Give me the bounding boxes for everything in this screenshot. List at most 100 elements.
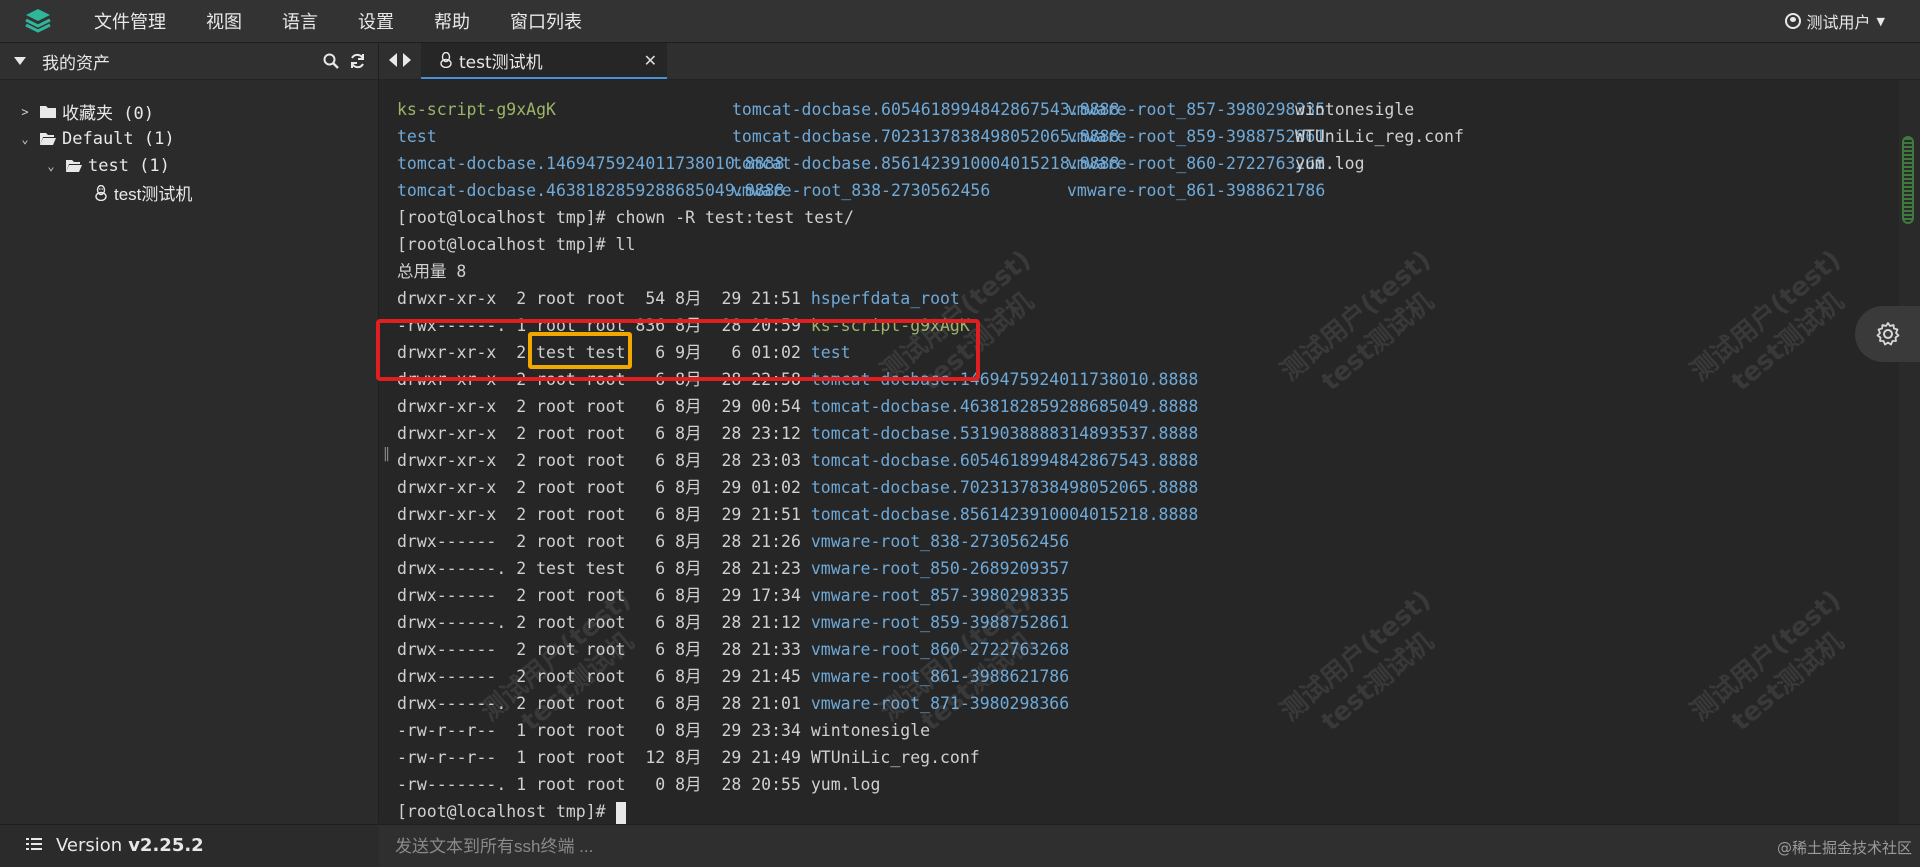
listing-row: drwx------ 2 root root 6 8月 28 21:26 vmw… [397,528,1198,555]
listing-row: -rw-r--r-- 1 root root 0 8月 29 23:34 win… [397,717,1198,744]
listing-row: drwxr-xr-x 2 root root 6 8月 28 23:03 tom… [397,447,1198,474]
file-name: vmware-root_857-3980298335 [810,586,1070,605]
file-meta: drwx------ 2 root root 6 8月 29 17:34 [397,586,811,605]
folder-icon [40,106,56,118]
list-icon[interactable] [26,835,42,856]
menu-view[interactable]: 视图 [206,8,242,34]
listing-row: drwx------ 2 root root 6 8月 29 17:34 vmw… [397,582,1198,609]
menu-bar: 文件管理 视图 语言 设置 帮助 窗口列表 测试用户 ▼ [0,0,1920,43]
ls-entry: WTUniLic_reg.conf [1295,127,1464,146]
terminal-scrollbar[interactable] [1900,80,1920,824]
watermark: 测试用户(test) test测试机 [1685,244,1850,398]
tree-item-test-group[interactable]: ⌄ test (1) [0,152,378,179]
ls-entry: wintonesigle [1295,100,1415,119]
broadcast-input[interactable] [393,831,1397,863]
tree-item-label: test测试机 [114,185,193,204]
linux-penguin-icon [95,184,107,201]
asset-tree: > 收藏夹 (0) ⌄ Default (1) ⌄ test (1) test测… [0,80,378,206]
listing-row: drwx------. 2 root root 6 8月 28 21:01 vm… [397,690,1198,717]
watermark: 测试用户(test) test测试机 [1275,244,1440,398]
tab-nav [389,52,411,71]
ls-row: test tomcat-docbase.7023137838498052065.8… [397,123,1464,150]
listing-row: drwxr-xr-x 2 root root 6 8月 29 21:51 tom… [397,501,1198,528]
listing-row: drwx------. 2 test test 6 8月 28 21:23 vm… [397,555,1198,582]
ls-entry: tomcat-docbase.1469475924011738010.8888 [397,154,785,173]
file-name: yum.log [810,775,881,794]
file-meta: drwx------. 2 root root 6 8月 28 21:12 [397,613,811,632]
menu-window-list[interactable]: 窗口列表 [510,8,582,34]
file-meta: drwx------ 2 root root 6 8月 28 21:26 [397,532,811,551]
menu-file-management[interactable]: 文件管理 [94,8,166,34]
listing-row: drwxr-xr-x 2 root root 6 8月 29 01:02 tom… [397,474,1198,501]
total-line: 总用量 8 [397,262,467,281]
file-meta: drwxr-xr-x 2 root root 54 8月 29 21:51 [397,289,811,308]
sidebar-title: 我的资产 [42,53,110,74]
listing-row: -rw-------. 1 root root 0 8月 28 20:55 yu… [397,771,1198,798]
file-name: vmware-root_861-3988621786 [810,667,1070,686]
listing-row: -rw-r--r-- 1 root root 12 8月 29 21:49 WT… [397,744,1198,771]
terminal[interactable]: ks-script-g9xAgK tomcat-docbase.605461899… [379,80,1899,824]
ls-entry: tomcat-docbase.4638182859288685049.8888 [397,181,785,200]
tab-title: test测试机 [459,52,543,73]
file-meta: drwxr-xr-x 2 root root 6 8月 29 01:02 [397,478,811,497]
user-menu[interactable]: 测试用户 ▼ [1784,0,1885,42]
refresh-icon[interactable] [349,53,366,74]
ls-row: ks-script-g9xAgK tomcat-docbase.605461899… [397,96,1414,123]
search-icon[interactable] [323,53,339,74]
file-meta: drwxr-xr-x 2 root root 6 8月 29 21:51 [397,505,811,524]
tab-next-icon[interactable] [402,52,411,71]
file-name: tomcat-docbase.6054618994842867543.8888 [810,451,1199,470]
ls-row: tomcat-docbase.1469475924011738010.8888 t… [397,150,1365,177]
collapse-arrow-icon[interactable]: ⌄ [42,159,60,173]
file-name: tomcat-docbase.7023137838498052065.8888 [810,478,1199,497]
command-line: [root@localhost tmp]# ll [397,235,636,254]
file-name: tomcat-docbase.5319038888314893537.8888 [810,424,1199,443]
tree-item-default[interactable]: ⌄ Default (1) [0,125,378,152]
collapse-caret-icon[interactable] [14,57,26,65]
ls-row: tomcat-docbase.4638182859288685049.8888 v… [397,177,1325,204]
ls-entry: ks-script-g9xAgK [397,100,556,119]
ls-entry: vmware-root_861-3988621786 [1067,181,1326,200]
file-name: vmware-root_838-2730562456 [810,532,1070,551]
terminal-cursor [615,801,626,824]
menu-help[interactable]: 帮助 [434,8,470,34]
file-meta: drwxr-xr-x 2 root root 6 8月 28 23:03 [397,451,811,470]
listing-row: drwx------ 2 root root 6 8月 28 21:33 vmw… [397,636,1198,663]
ls-entry: vmware-root_859-3988752861 [1067,127,1326,146]
tab-prev-icon[interactable] [389,52,398,71]
tree-item-label: test (1) [88,155,170,176]
file-meta: -rw-r--r-- 1 root root 12 8月 29 21:49 [397,748,811,767]
highlight-red-box [376,319,980,381]
tab-test-host[interactable]: test测试机 ✕ [421,43,667,79]
file-name: vmware-root_871-3980298366 [810,694,1070,713]
panel-splitter-handle[interactable]: ‖ [383,446,390,462]
tree-item-test-host[interactable]: test测试机 [0,179,378,206]
ls-entry: yum.log [1295,154,1365,173]
collapse-arrow-icon[interactable]: ⌄ [16,132,34,146]
user-name: 测试用户 [1806,13,1871,32]
app-logo-icon[interactable] [18,1,58,41]
terminal-settings-button[interactable] [1855,306,1920,362]
scrollbar-thumb[interactable] [1902,136,1914,224]
expand-arrow-icon[interactable]: > [16,105,34,119]
file-name: tomcat-docbase.8561423910004015218.8888 [810,505,1199,524]
sidebar-header[interactable]: 我的资产 [0,43,378,80]
file-name: hsperfdata_root [810,289,960,308]
file-meta: -rw-------. 1 root root 0 8月 28 20:55 [397,775,811,794]
ls-entry: tomcat-docbase.6054618994842867543.8888 [732,100,1120,119]
tree-item-favorites[interactable]: > 收藏夹 (0) [0,98,378,125]
listing-row: drwxr-xr-x 2 root root 54 8月 29 21:51 hs… [397,285,1198,312]
file-name: wintonesigle [810,721,931,740]
menu-language[interactable]: 语言 [282,8,318,34]
ls-entry: vmware-root_838-2730562456 [732,181,991,200]
close-icon[interactable]: ✕ [644,51,657,70]
file-meta: -rw-r--r-- 1 root root 0 8月 29 23:34 [397,721,811,740]
watermark: 测试用户(test) test测试机 [1275,584,1440,738]
sidebar-tools [323,53,366,74]
file-meta: drwxr-xr-x 2 root root 6 8月 28 23:12 [397,424,811,443]
menu-settings[interactable]: 设置 [358,8,394,34]
ls-entry: test [397,127,437,146]
gear-icon [1876,322,1899,346]
file-name: tomcat-docbase.4638182859288685049.8888 [810,397,1199,416]
ls-entry: tomcat-docbase.7023137838498052065.8888 [732,127,1120,146]
